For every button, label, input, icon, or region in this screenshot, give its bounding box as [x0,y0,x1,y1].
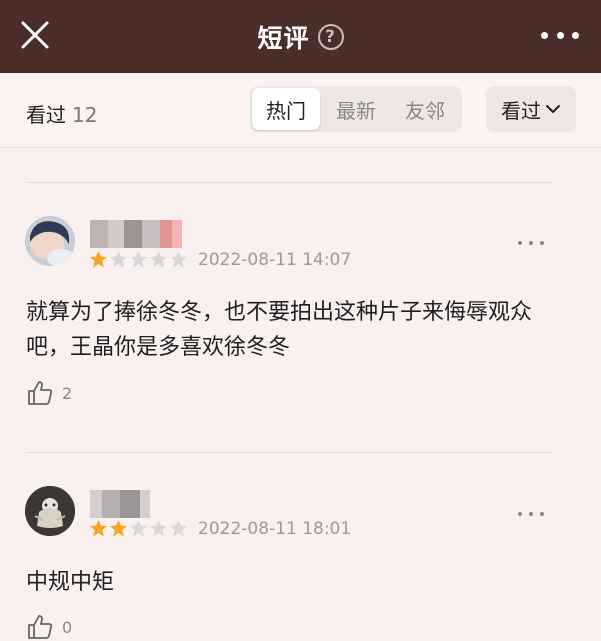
tab-hot[interactable]: 热门 [252,88,320,130]
star-empty-icon [129,519,148,537]
question-circle-icon[interactable]: ? [317,23,344,50]
like-count: 2 [62,383,73,403]
divider [26,452,552,453]
like-count: 0 [62,617,73,637]
review-time: 2022-08-11 18:01 [198,519,352,539]
sort-tabs: 热门 最新 友邻 [250,86,462,132]
star-empty-icon [149,519,168,537]
thumbs-up-icon [28,615,53,639]
close-icon [21,21,49,49]
review-more-button[interactable] [518,509,544,519]
tab-latest[interactable]: 最新 [320,88,392,130]
review-content: 就算为了捧徐冬冬，也不要拍出这种片子来侮辱观众吧，王晶你是多喜欢徐冬冬 [26,300,533,360]
seen-label: 看过 [26,103,66,127]
rating-stars [89,519,188,538]
filter-label: 看过 [501,98,541,123]
review-time: 2022-08-11 14:07 [198,250,352,270]
filter-toolbar: 看过 12 热门 最新 友邻 看过 [0,73,601,148]
avatar[interactable] [25,486,75,536]
star-empty-icon [169,519,188,537]
divider [26,182,552,183]
review-content: 中规中矩 [26,570,115,595]
star-empty-icon [109,250,128,268]
username-blurred[interactable] [90,490,150,518]
username-blurred[interactable] [90,220,182,248]
avatar[interactable] [25,216,75,266]
star-filled-icon [89,250,108,268]
seen-count: 看过 12 [26,99,97,128]
star-empty-icon [129,250,148,268]
star-filled-icon [109,519,128,537]
review-more-button[interactable] [518,238,544,248]
top-bar: 短评 ? [0,0,601,73]
rating-stars [89,250,188,269]
like-button[interactable]: 0 [26,613,72,641]
star-empty-icon [169,250,188,268]
like-button[interactable]: 2 [26,379,72,407]
page-title: 短评 [257,23,310,53]
status-filter-dropdown[interactable]: 看过 [486,86,576,132]
page-title-group: 短评 ? [257,19,344,55]
thumbs-up-icon [28,381,53,405]
chevron-down-icon [546,105,560,113]
seen-number: 12 [72,103,98,127]
more-horizontal-icon[interactable] [541,24,579,46]
tab-friends[interactable]: 友邻 [392,88,458,130]
star-filled-icon [89,519,108,537]
star-empty-icon [149,250,168,268]
close-button[interactable] [18,18,52,52]
